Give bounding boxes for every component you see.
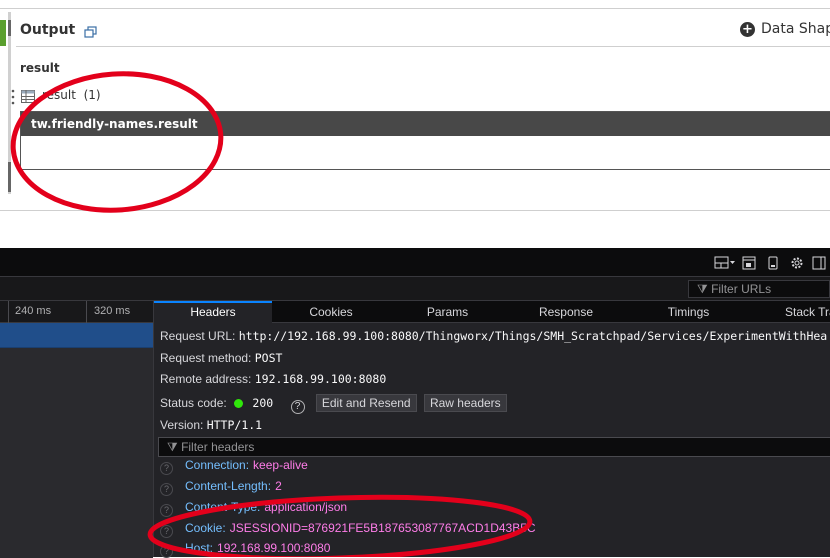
request-method-value: POST (254, 351, 283, 365)
header-row: ? Connection: keep-alive (160, 458, 308, 475)
header-key: Content-Length: (185, 479, 272, 493)
filter-urls-input[interactable]: ⧩ Filter URLs (688, 280, 830, 298)
header-row: ? Content-Length: 2 (160, 479, 282, 496)
selected-request-row[interactable] (0, 323, 153, 348)
output-separator (16, 46, 830, 47)
filter-headers-input[interactable]: ⧩ Filter headers (158, 437, 830, 457)
version-label: Version: (160, 418, 204, 432)
remote-address-row: Remote address: 192.168.99.100:8080 (160, 372, 386, 386)
tab-params[interactable]: Params (390, 301, 505, 323)
header-key: Cookie: (185, 521, 226, 535)
status-code-value: 200 (252, 396, 274, 410)
tab-stack-trace[interactable]: Stack Tra (750, 301, 830, 323)
status-code-row: Status code: 200 ? Edit and Resend Raw h… (160, 394, 511, 414)
version-value: HTTP/1.1 (206, 418, 263, 432)
output-title: Output (20, 22, 76, 38)
panel-bottom-border (0, 210, 830, 211)
timeline-body (0, 348, 153, 558)
top-divider (0, 8, 830, 9)
remote-address-value: 192.168.99.100:8080 (254, 372, 387, 386)
edit-resend-button[interactable]: Edit and Resend (315, 394, 417, 412)
header-help-icon[interactable]: ? (160, 483, 173, 496)
header-value: 192.168.99.100:8080 (217, 541, 331, 555)
output-panel: Output + Data Shape result result (1) tw… (0, 0, 830, 248)
filter-urls-placeholder: Filter URLs (711, 282, 772, 296)
header-key: Connection: (185, 458, 250, 472)
plus-circle-icon: + (740, 21, 755, 37)
header-help-icon[interactable]: ? (160, 525, 173, 538)
layout-dropdown-icon[interactable] (714, 256, 736, 270)
status-ok-icon (234, 399, 244, 408)
header-value: 2 (275, 479, 282, 493)
data-shape-label: Data Shape (761, 21, 830, 37)
header-help-icon[interactable]: ? (160, 462, 173, 475)
request-method-label: Request method: (160, 351, 252, 365)
add-data-shape-button[interactable]: + Data Shape (740, 21, 830, 37)
header-key: Content-Type: (185, 500, 261, 514)
active-indicator (0, 20, 6, 46)
table-icon (21, 90, 35, 103)
filter-icon: ⧩ (697, 282, 708, 296)
help-icon[interactable]: ? (290, 400, 305, 414)
header-row: ? Host: 192.168.99.100:8080 (160, 541, 330, 558)
timeline-header: 240 ms 320 ms (0, 301, 153, 323)
tab-timings[interactable]: Timings (627, 301, 750, 323)
request-url-label: Request URL: (160, 329, 236, 343)
tab-headers[interactable]: Headers (154, 301, 272, 323)
request-method-row: Request method: POST (160, 351, 282, 365)
table-header-cell[interactable]: tw.friendly-names.result (21, 112, 830, 136)
filter-bar: ⧩ Filter URLs (0, 277, 830, 301)
result-table: tw.friendly-names.result (20, 111, 830, 170)
header-row: ? Cookie: JSESSIONID=876921FE5B18765308776… (160, 521, 536, 538)
responsive-mode-icon[interactable] (768, 256, 778, 270)
timeline-tick: 240 ms (15, 305, 52, 317)
timeline-tick: 320 ms (94, 305, 131, 317)
settings-gear-icon[interactable] (790, 256, 804, 270)
header-help-icon[interactable]: ? (160, 545, 173, 558)
request-timeline: 240 ms 320 ms (0, 301, 153, 558)
drag-handle-icon[interactable] (11, 89, 15, 105)
result-name: result (42, 88, 76, 102)
tab-response[interactable]: Response (505, 301, 627, 323)
version-row: Version: HTTP/1.1 (160, 418, 262, 432)
request-url-row: Request URL: http://192.168.99.100:8080/… (160, 329, 827, 343)
header-row: ? Content-Type: application/json (160, 500, 347, 517)
sidebar-toggle-icon[interactable] (812, 256, 826, 270)
devtools-toolbar (0, 248, 830, 277)
request-details-panel: Headers Cookies Params Response Timings … (153, 301, 830, 558)
devtools-network-panel: ⧩ Filter URLs 240 ms 320 ms Headers Cook… (0, 248, 830, 558)
tab-cookies[interactable]: Cookies (272, 301, 390, 323)
result-count: (1) (83, 88, 101, 102)
result-tree-node[interactable]: result (1) (42, 88, 101, 102)
header-value: keep-alive (253, 458, 308, 472)
header-key: Host: (185, 541, 214, 555)
remote-address-label: Remote address: (160, 372, 252, 386)
result-label: result (20, 61, 60, 75)
popout-icon[interactable] (84, 26, 97, 38)
raw-headers-button[interactable]: Raw headers (423, 394, 507, 412)
header-value: application/json (264, 500, 348, 514)
request-url-value: http://192.168.99.100:8080/Thingworx/Thi… (238, 329, 828, 343)
filter-headers-placeholder: Filter headers (181, 440, 255, 454)
separate-window-icon[interactable] (742, 256, 756, 270)
filter-icon: ⧩ (167, 440, 178, 454)
header-value: JSESSIONID=876921FE5B187653087767ACD1D43… (229, 521, 536, 535)
header-help-icon[interactable]: ? (160, 504, 173, 517)
details-tabs: Headers Cookies Params Response Timings … (154, 301, 830, 323)
status-code-label: Status code: (160, 396, 227, 410)
